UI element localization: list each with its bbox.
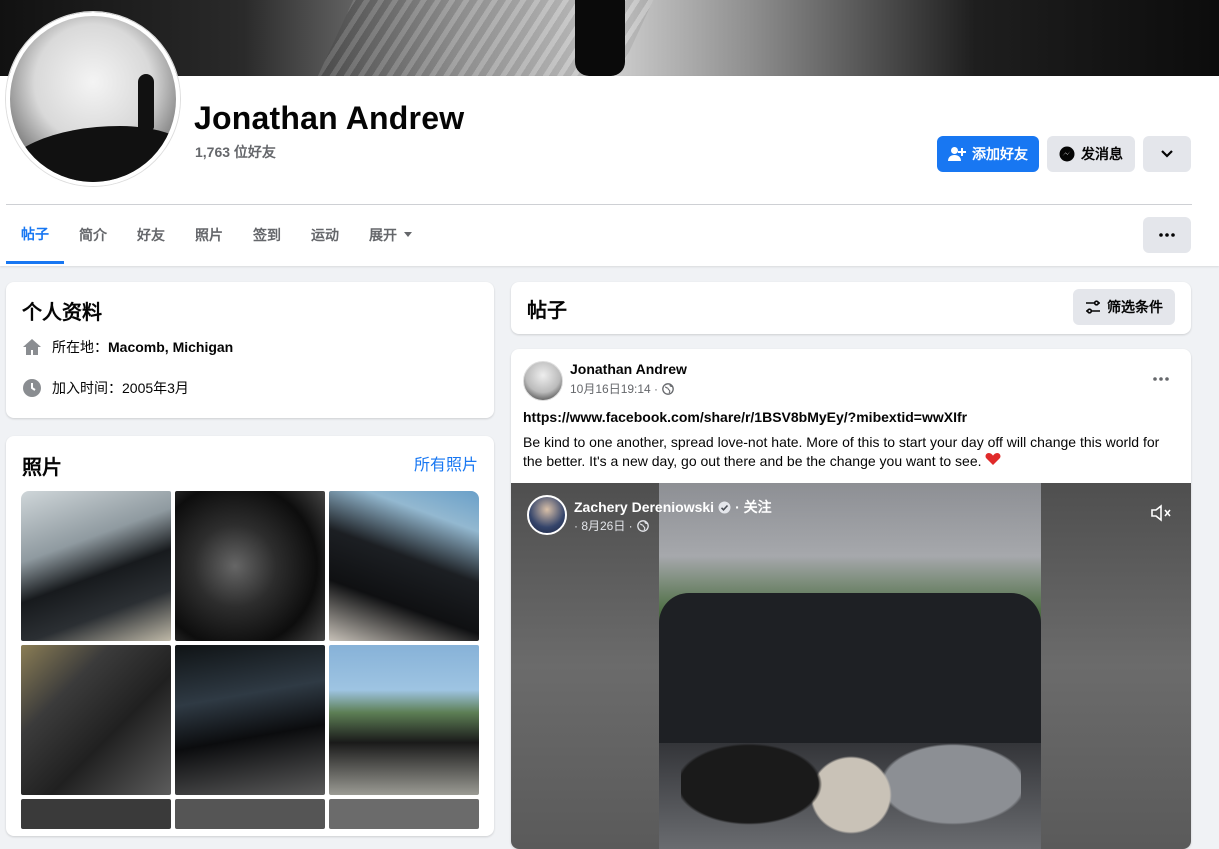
filter-icon (1086, 300, 1100, 314)
globe-icon (662, 382, 674, 395)
post-meta: 10月16日19:14 · (570, 380, 674, 397)
photo-thumbnail[interactable] (21, 799, 171, 829)
joined-row: 加入时间：2005年3月 (22, 378, 189, 398)
add-friend-button[interactable]: 添加好友 (937, 136, 1039, 172)
chevron-down-icon (1161, 150, 1173, 158)
friends-count[interactable]: 1,763 位好友 (195, 142, 276, 162)
caret-down-icon (404, 232, 412, 237)
tab-label: 运动 (311, 227, 339, 243)
tab-label: 帖子 (21, 225, 49, 242)
video-meta: · 8月26日 · (574, 517, 649, 534)
photo-thumbnail[interactable] (21, 645, 171, 795)
tab-label: 签到 (253, 227, 281, 243)
tab-photos[interactable]: 照片 (180, 206, 238, 264)
filter-button[interactable]: 筛选条件 (1073, 289, 1175, 325)
location-row: 所在地：Macomb, Michigan (22, 337, 233, 357)
follow-button[interactable]: · 关注 (735, 497, 772, 517)
heart-emoji-icon (985, 452, 1001, 471)
post-author-name[interactable]: Jonathan Andrew (570, 361, 687, 377)
location-label: 所在地： (52, 339, 108, 355)
video-author-name[interactable]: Zachery Dereniowski (574, 499, 714, 515)
cover-photo[interactable] (0, 0, 1219, 76)
cover-figure (575, 0, 625, 76)
location-value[interactable]: Macomb, Michigan (108, 339, 233, 355)
post-author-avatar[interactable] (523, 361, 563, 401)
verified-badge-icon (718, 501, 731, 513)
photo-thumbnail[interactable] (175, 799, 325, 829)
photo-thumbnail[interactable] (175, 491, 325, 641)
photo-thumbnail[interactable] (175, 645, 325, 795)
tab-sports[interactable]: 运动 (296, 206, 354, 264)
video-author-row: Zachery Dereniowski · 关注 (574, 497, 772, 517)
tab-posts[interactable]: 帖子 (6, 206, 64, 264)
shared-video[interactable]: Zachery Dereniowski · 关注 · 8月26日 · (511, 483, 1191, 849)
globe-icon (636, 519, 649, 532)
video-author-avatar[interactable] (527, 495, 567, 535)
profile-name: Jonathan Andrew (194, 100, 465, 136)
message-label: 发消息 (1081, 146, 1123, 162)
message-button[interactable]: 发消息 (1047, 136, 1135, 172)
post-link[interactable]: https://www.facebook.com/share/r/1BSV8bM… (523, 409, 967, 425)
intro-title: 个人资料 (22, 302, 102, 324)
photo-thumbnail[interactable] (329, 799, 479, 829)
filter-label: 筛选条件 (1107, 299, 1163, 315)
photo-thumbnail[interactable] (329, 491, 479, 641)
video-date[interactable]: · 8月26日 · (574, 517, 633, 534)
photo-thumbnail[interactable] (21, 491, 171, 641)
home-icon (23, 339, 41, 355)
tab-label: 简介 (79, 227, 107, 243)
post-options-button[interactable] (1143, 365, 1179, 393)
photo-thumbnail[interactable] (329, 645, 479, 795)
add-friend-icon (948, 147, 966, 161)
mute-button[interactable] (1149, 501, 1173, 525)
joined-text: 加入时间：2005年3月 (52, 380, 189, 396)
posts-title: 帖子 (527, 300, 567, 322)
video-people (681, 633, 1021, 849)
ellipsis-icon (1153, 377, 1169, 381)
photo-grid (21, 491, 479, 829)
post-date[interactable]: 10月16日19:14 · (570, 380, 658, 397)
tab-friends[interactable]: 好友 (122, 206, 180, 264)
ellipsis-icon (1159, 233, 1175, 237)
post-text: Be kind to one another, spread love-not … (523, 434, 1160, 469)
intro-card: 个人资料 所在地：Macomb, Michigan 加入时间：2005年3月 (6, 282, 494, 418)
clock-icon (23, 379, 41, 397)
tab-more[interactable]: 展开 (354, 206, 428, 264)
speaker-muted-icon (1151, 504, 1171, 522)
post-text-wrap: Be kind to one another, spread love-not … (523, 433, 1179, 471)
header-divider (6, 204, 1192, 205)
photos-card: 照片 所有照片 (6, 436, 494, 836)
tab-checkins[interactable]: 签到 (238, 206, 296, 264)
tab-label: 展开 (369, 227, 397, 243)
messenger-icon (1059, 146, 1075, 162)
more-options-button[interactable] (1143, 136, 1191, 172)
add-friend-label: 添加好友 (972, 146, 1028, 162)
tab-about[interactable]: 简介 (64, 206, 122, 264)
post-card: Jonathan Andrew 10月16日19:14 · https://ww… (511, 349, 1191, 849)
profile-more-button[interactable] (1143, 217, 1191, 253)
photos-title: 照片 (22, 457, 62, 479)
profile-tabs: 帖子 简介 好友 照片 签到 运动 展开 (6, 206, 428, 264)
tab-label: 好友 (137, 227, 165, 243)
profile-avatar[interactable] (6, 12, 180, 186)
tab-label: 照片 (195, 227, 223, 243)
all-photos-link[interactable]: 所有照片 (414, 451, 478, 475)
